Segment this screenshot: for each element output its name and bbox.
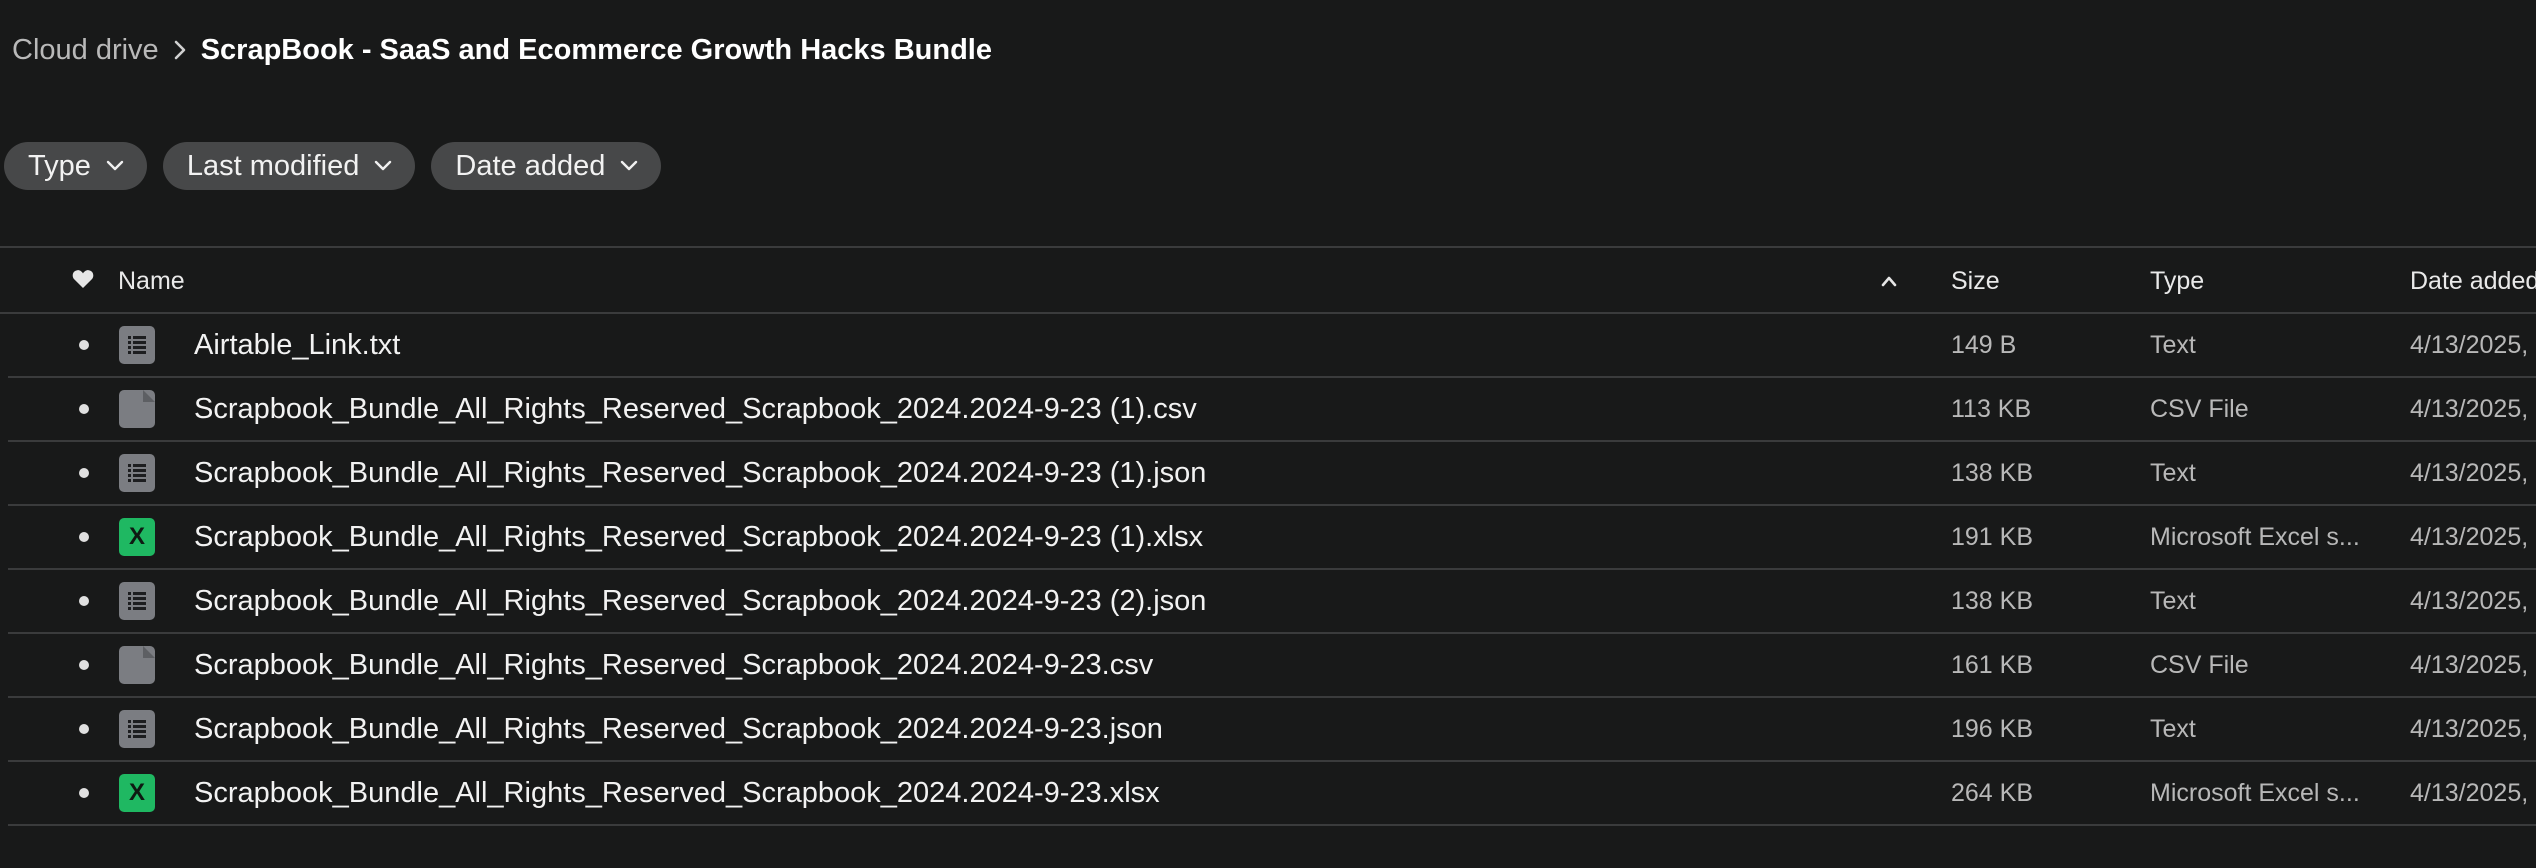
file-type: Microsoft Excel s... (2150, 522, 2360, 551)
favorite-toggle[interactable] (79, 570, 89, 632)
chevron-down-icon (373, 156, 393, 176)
file-name[interactable]: Scrapbook_Bundle_All_Rights_Reserved_Scr… (194, 378, 1197, 440)
favorite-dot-icon (79, 468, 89, 478)
file-name[interactable]: Scrapbook_Bundle_All_Rights_Reserved_Scr… (194, 442, 1206, 504)
text-file-icon (119, 454, 155, 492)
file-size: 138 KB (1951, 458, 2034, 487)
file-type: Text (2150, 586, 2196, 615)
chevron-down-icon (619, 156, 639, 176)
filter-date-added-dropdown[interactable]: Date added (431, 142, 662, 190)
file-date-added: 4/13/2025, (2410, 458, 2529, 487)
excel-glyph: X (128, 523, 145, 550)
file-date-added: 4/13/2025, (2410, 586, 2529, 615)
file-type: Text (2150, 458, 2196, 487)
file-icon-cell: X (119, 762, 155, 824)
table-row[interactable]: Scrapbook_Bundle_All_Rights_Reserved_Scr… (8, 442, 2536, 506)
favorite-toggle[interactable] (79, 762, 89, 824)
table-row[interactable]: Scrapbook_Bundle_All_Rights_Reserved_Scr… (8, 698, 2536, 762)
file-size: 138 KB (1951, 586, 2034, 615)
excel-file-icon: X (119, 774, 155, 812)
file-date-added: 4/13/2025, (2410, 778, 2529, 807)
file-type: CSV File (2150, 650, 2249, 679)
table-header: Name Size Type Date added (0, 246, 2536, 314)
file-date-added: 4/13/2025, (2410, 394, 2529, 423)
chevron-right-icon (159, 30, 201, 70)
file-table: Name Size Type Date added Airtable_Link.… (0, 246, 2536, 826)
date-added-column-header[interactable]: Date added (2410, 248, 2536, 314)
filter-type-label: Type (28, 149, 91, 182)
file-icon-cell (119, 698, 155, 760)
table-row[interactable]: Scrapbook_Bundle_All_Rights_Reserved_Scr… (8, 378, 2536, 442)
heart-icon (72, 267, 94, 296)
favorite-toggle[interactable] (79, 634, 89, 696)
csv-file-icon (119, 646, 155, 684)
favorite-column-header[interactable] (72, 248, 94, 314)
breadcrumb-current-folder: ScrapBook - SaaS and Ecommerce Growth Ha… (200, 33, 992, 66)
breadcrumb-root-link[interactable]: Cloud drive (12, 34, 159, 67)
filter-last-modified-dropdown[interactable]: Last modified (162, 142, 416, 190)
favorite-dot-icon (79, 788, 89, 798)
favorite-toggle[interactable] (79, 506, 89, 568)
favorite-dot-icon (79, 340, 89, 350)
text-file-icon (119, 710, 155, 748)
file-size: 149 B (1951, 330, 2017, 359)
file-date-added: 4/13/2025, (2410, 330, 2529, 359)
favorite-dot-icon (79, 596, 89, 606)
table-row[interactable]: X Scrapbook_Bundle_All_Rights_Reserved_S… (8, 506, 2536, 570)
favorite-toggle[interactable] (79, 314, 89, 376)
table-row[interactable]: Scrapbook_Bundle_All_Rights_Reserved_Scr… (8, 634, 2536, 698)
file-date-added: 4/13/2025, (2410, 650, 2529, 679)
favorite-toggle[interactable] (79, 378, 89, 440)
filter-type-dropdown[interactable]: Type (4, 142, 147, 190)
file-icon-cell (119, 442, 155, 504)
csv-file-icon (119, 390, 155, 428)
file-icon-cell (119, 570, 155, 632)
file-date-added: 4/13/2025, (2410, 714, 2529, 743)
favorite-toggle[interactable] (79, 698, 89, 760)
excel-glyph: X (128, 779, 145, 806)
text-file-icon (119, 326, 155, 364)
filter-date-added-label: Date added (455, 149, 606, 182)
file-icon-cell (119, 378, 155, 440)
file-size: 191 KB (1951, 522, 2034, 551)
file-name[interactable]: Scrapbook_Bundle_All_Rights_Reserved_Scr… (194, 698, 1163, 760)
breadcrumb: Cloud drive ScrapBook - SaaS and Ecommer… (12, 30, 992, 70)
chevron-down-icon (105, 156, 125, 176)
file-size: 113 KB (1951, 394, 2032, 423)
file-type: Text (2150, 330, 2196, 359)
excel-file-icon: X (119, 518, 155, 556)
file-name[interactable]: Scrapbook_Bundle_All_Rights_Reserved_Scr… (194, 570, 1206, 632)
file-name[interactable]: Scrapbook_Bundle_All_Rights_Reserved_Scr… (194, 634, 1153, 696)
favorite-dot-icon (79, 660, 89, 670)
file-size: 264 KB (1951, 778, 2034, 807)
table-row[interactable]: Scrapbook_Bundle_All_Rights_Reserved_Scr… (8, 570, 2536, 634)
favorite-dot-icon (79, 724, 89, 734)
sort-ascending-icon[interactable] (1880, 248, 1898, 314)
file-type: Microsoft Excel s... (2150, 778, 2360, 807)
file-date-added: 4/13/2025, (2410, 522, 2529, 551)
filter-last-modified-label: Last modified (186, 149, 360, 182)
name-column-header[interactable]: Name (118, 248, 185, 314)
favorite-toggle[interactable] (79, 442, 89, 504)
text-file-icon (119, 582, 155, 620)
file-size: 196 KB (1951, 714, 2034, 743)
favorite-dot-icon (79, 532, 89, 542)
file-size: 161 KB (1951, 650, 2034, 679)
table-row[interactable]: X Scrapbook_Bundle_All_Rights_Reserved_S… (8, 762, 2536, 826)
filter-bar: Type Last modified Date added (4, 142, 662, 190)
file-type: CSV File (2150, 394, 2249, 423)
file-type: Text (2150, 714, 2196, 743)
favorite-dot-icon (79, 404, 89, 414)
file-icon-cell: X (119, 506, 155, 568)
file-name[interactable]: Scrapbook_Bundle_All_Rights_Reserved_Scr… (194, 506, 1203, 568)
file-icon-cell (119, 314, 155, 376)
table-row[interactable]: Airtable_Link.txt 149 B Text 4/13/2025, (8, 314, 2536, 378)
file-icon-cell (119, 634, 155, 696)
file-name[interactable]: Scrapbook_Bundle_All_Rights_Reserved_Scr… (194, 762, 1160, 824)
size-column-header[interactable]: Size (1951, 248, 2000, 314)
type-column-header[interactable]: Type (2150, 248, 2204, 314)
file-name[interactable]: Airtable_Link.txt (194, 314, 400, 376)
